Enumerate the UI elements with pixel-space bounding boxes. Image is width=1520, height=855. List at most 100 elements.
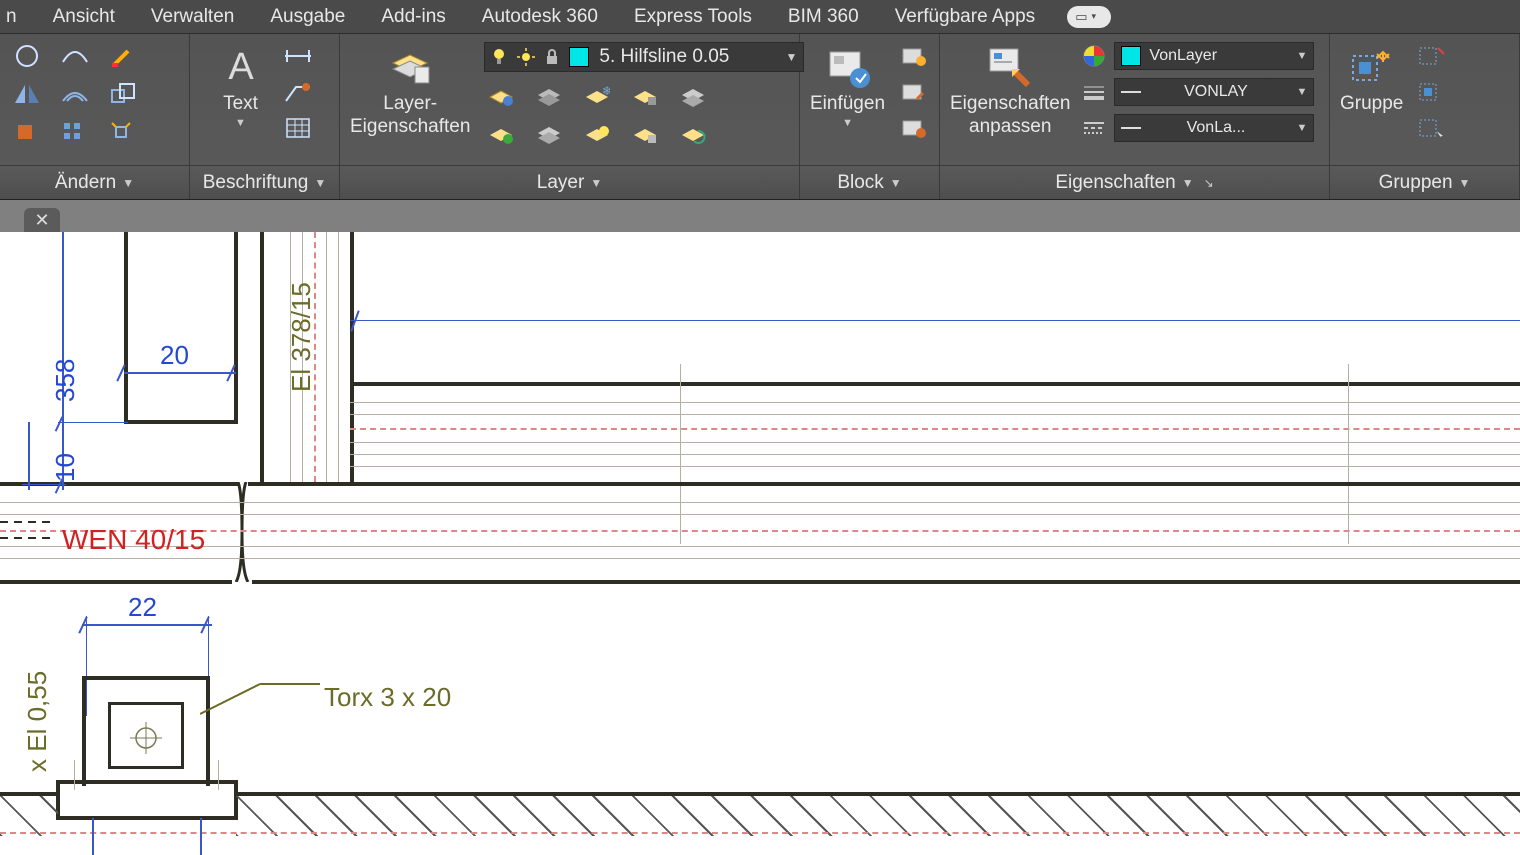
layer-freeze-icon[interactable]: ❄ — [580, 82, 614, 110]
stretch-icon[interactable] — [10, 118, 44, 146]
bracket-line — [181, 702, 184, 768]
tick — [680, 364, 681, 544]
layer-combo[interactable]: 5. Hilfsline 0.05 ▼ — [484, 42, 804, 72]
beam-line — [350, 454, 1520, 455]
label-wen: WEN 40/15 — [62, 524, 205, 556]
sun-icon — [517, 48, 535, 66]
mirror-icon[interactable] — [10, 80, 44, 108]
panel-beschriftung-title[interactable]: Beschriftung▼ — [190, 165, 339, 199]
layer-unisolate-icon[interactable] — [532, 120, 566, 148]
lock-icon — [545, 48, 559, 66]
menu-item-ansicht[interactable]: Ansicht — [35, 0, 133, 33]
chevron-down-icon: ▼ — [786, 50, 798, 64]
ungroup-icon[interactable] — [1415, 42, 1449, 70]
edit-attribute-icon[interactable] — [897, 114, 931, 142]
array-icon[interactable] — [58, 118, 92, 146]
menu-item-autodesk360[interactable]: Autodesk 360 — [464, 0, 616, 33]
ribbon: Ändern▼ A Text ▼ Beschriftung▼ — [0, 34, 1520, 200]
dimension-line — [82, 624, 212, 626]
ext-line — [92, 818, 94, 855]
label-torx: Torx 3 x 20 — [324, 682, 451, 713]
beam-edge — [248, 482, 1520, 486]
create-block-icon[interactable] — [897, 42, 931, 70]
dimension-line — [124, 372, 236, 374]
layer-previous-icon[interactable] — [676, 120, 710, 148]
bracket-line — [56, 816, 238, 820]
ext-line — [58, 422, 128, 423]
lightbulb-icon — [491, 47, 507, 67]
text-button[interactable]: A Text ▼ — [215, 42, 267, 129]
match-properties-button[interactable]: Eigenschaften anpassen — [950, 42, 1070, 138]
beam-line — [350, 466, 1520, 467]
svg-text:A: A — [228, 46, 254, 88]
layer-off-icon[interactable] — [484, 82, 518, 110]
panel-block: Einfügen ▼ Block▼ — [800, 34, 940, 199]
layer-thaw-icon[interactable] — [580, 120, 614, 148]
linetype-icon[interactable] — [1082, 119, 1106, 137]
bracket-line — [108, 766, 184, 769]
arc-icon[interactable] — [58, 42, 92, 70]
insert-block-button[interactable]: Einfügen ▼ — [810, 42, 885, 129]
menu-item-expresstools[interactable]: Express Tools — [616, 0, 770, 33]
panel-gruppen: Gruppe Gruppen▼ — [1330, 34, 1520, 199]
layer-unlock-icon[interactable] — [628, 120, 662, 148]
centerline — [350, 428, 1520, 430]
menu-item-bim360[interactable]: BIM 360 — [770, 0, 877, 33]
dimension-icon[interactable] — [281, 42, 315, 70]
dimension-10: 10 — [50, 453, 81, 482]
linetype-combo[interactable]: VonLa...▼ — [1114, 114, 1314, 142]
label-el055: x El 0,55 — [22, 671, 53, 772]
drawing-canvas[interactable]: WEN 40/15 358 10 20 El 378/15 22 Torx 3 … — [0, 232, 1520, 855]
circle-icon[interactable] — [10, 42, 44, 70]
panel-gruppen-title[interactable]: Gruppen▼ — [1330, 165, 1519, 199]
leader-icon[interactable] — [281, 78, 315, 106]
layer-lock-icon[interactable] — [628, 82, 662, 110]
beam-line — [350, 442, 1520, 443]
layer-match-icon[interactable] — [676, 82, 710, 110]
dimension-22: 22 — [128, 592, 157, 623]
bracket-line — [82, 676, 86, 786]
beam-line — [0, 558, 1520, 559]
search-toggle[interactable]: ▭ ▾ — [1067, 6, 1111, 28]
menu-item-addins[interactable]: Add-ins — [363, 0, 463, 33]
new-tab-button[interactable]: ✕ — [24, 208, 60, 232]
beam-line — [0, 514, 1520, 515]
ext-line — [200, 818, 202, 855]
beam-line — [350, 414, 1520, 415]
group-edit-icon[interactable] — [1415, 78, 1449, 106]
hatch-area — [0, 796, 58, 836]
wall-line — [124, 232, 128, 422]
edit-block-icon[interactable] — [897, 78, 931, 106]
label-el378: El 378/15 — [286, 282, 317, 392]
scale-icon[interactable] — [106, 80, 140, 108]
beam-line — [350, 402, 1520, 403]
color-combo[interactable]: VonLayer▼ — [1114, 42, 1314, 70]
panel-eigenschaften-title[interactable]: Eigenschaften▼↘ — [940, 165, 1329, 199]
offset-icon[interactable] — [58, 80, 92, 108]
detail-line — [326, 232, 327, 482]
detail-line — [338, 232, 339, 482]
edit-color-icon[interactable] — [106, 42, 140, 70]
group-button[interactable]: Gruppe — [1340, 42, 1403, 115]
dimension-line — [350, 320, 1520, 321]
explode-icon[interactable] — [106, 118, 140, 146]
table-icon[interactable] — [281, 114, 315, 142]
dimension-line — [28, 422, 30, 490]
panel-layer-title[interactable]: Layer▼ — [340, 165, 799, 199]
layer-on-icon[interactable] — [484, 120, 518, 148]
tick — [218, 760, 219, 790]
layer-isolate-icon[interactable] — [532, 82, 566, 110]
menu-item-apps[interactable]: Verfügbare Apps — [877, 0, 1054, 33]
menu-item-partial[interactable]: n — [0, 0, 35, 33]
menu-item-verwalten[interactable]: Verwalten — [133, 0, 252, 33]
menu-item-ausgabe[interactable]: Ausgabe — [252, 0, 363, 33]
lineweight-combo[interactable]: VONLAY▼ — [1114, 78, 1314, 106]
panel-aendern-title[interactable]: Ändern▼ — [0, 165, 189, 199]
color-wheel-icon[interactable] — [1082, 44, 1106, 68]
group-select-icon[interactable] — [1415, 114, 1449, 142]
layer-properties-button[interactable]: Layer- Eigenschaften — [350, 42, 470, 138]
centerline — [0, 832, 1520, 834]
lineweight-icon[interactable] — [1082, 83, 1106, 101]
panel-block-title[interactable]: Block▼ — [800, 165, 939, 199]
wall-line — [350, 232, 354, 482]
